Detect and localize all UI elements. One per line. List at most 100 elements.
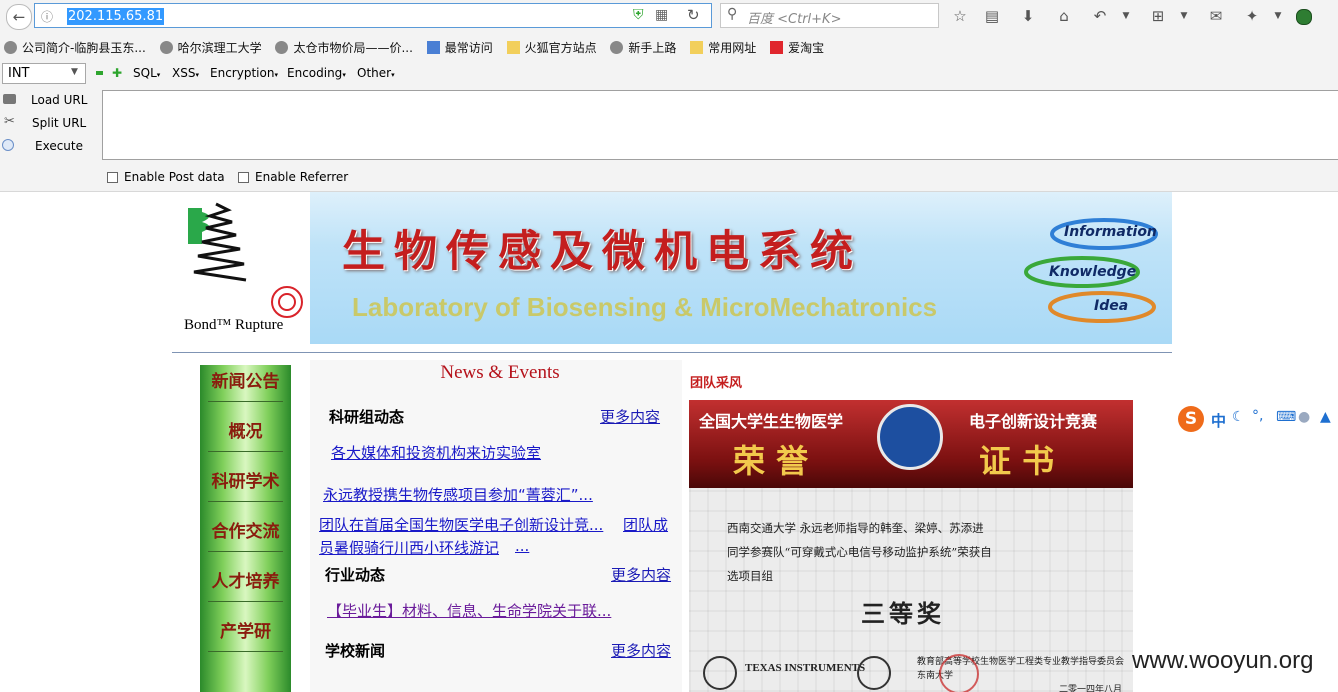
checkbox-box[interactable] [107,172,118,183]
news-link[interactable]: 各大媒体和投资机构来访实验室 [331,442,541,463]
folder-icon [506,40,520,54]
execute-label: Execute [35,139,83,153]
enable-referrer-checkbox[interactable]: Enable Referrer [238,170,348,184]
left-nav: 新闻公告 概况 科研学术 合作交流 人才培养 产学研 [200,365,291,692]
bookmark-label: 爱淘宝 [788,40,825,55]
bookmark-item[interactable]: 公司简介-临朐县玉东... [4,34,146,60]
addon-icon[interactable] [1296,9,1312,25]
url-bar[interactable]: ⓘ 202.115.65.81 ⛨ ▦ ↻ [34,3,712,28]
reload-icon[interactable]: ↻ [687,6,700,24]
download-icon[interactable]: ⬇ [1016,4,1040,28]
bookmark-label: 新手上路 [628,40,677,55]
cert-left-header: 全国大学生生物医学 [699,412,844,431]
bookmark-label: 太仓市物价局——价... [293,40,413,55]
chevron-down-icon[interactable]: ▼ [1114,4,1138,28]
bookmark-label: 哈尔滨理工大学 [177,40,262,55]
red-seal-icon [939,654,979,692]
bookmark-item[interactable]: 新手上路 [610,34,676,60]
watermark: www.wooyun.org [1132,647,1314,674]
user-icon[interactable]: ● [1298,409,1310,425]
banner-title-en: Laboratory of Biosensing & MicroMechatro… [352,292,938,322]
ime-toolbar[interactable]: S 中 ☾ °, ⌨ ● ▲ [1178,404,1338,434]
bookmark-label: 最常访问 [444,40,493,55]
nav-item-research[interactable]: 科研学术 [200,467,291,517]
split-url-button[interactable]: ✂ Split URL [0,113,100,133]
nav-item-cooperation[interactable]: 合作交流 [200,517,291,567]
news-link[interactable]: 团队在首届全国生物医学电子创新设计竞... [319,514,603,535]
nav-item-overview[interactable]: 概况 [200,417,291,467]
minus-icon[interactable] [96,71,103,75]
home-icon[interactable]: ⌂ [1052,4,1076,28]
search-bar[interactable]: ⚲ 百度 <Ctrl+K> [720,3,939,28]
bookmark-star-icon[interactable]: ☆ [948,4,972,28]
shield-icon[interactable]: ⛨ [633,7,644,23]
news-link[interactable]: 团队成 [623,514,668,535]
undo-icon[interactable]: ↶ [1088,4,1112,28]
info-icon[interactable]: ⓘ [41,8,53,25]
news-link[interactable]: 员暑假骑行川西小环线游记 [319,537,499,558]
nav-divider [208,651,283,652]
chevron-down-icon: ▼ [71,67,78,77]
menu-xss[interactable]: XSS▾ [172,66,199,80]
nav-item-talent[interactable]: 人才培养 [200,567,291,617]
hackbar-type-select[interactable]: INT ▼ [2,63,86,84]
certificate-body: 西南交通大学 永远老师指导的韩奎、梁婷、苏添进 同学参赛队“可穿戴式心电信号移动… [689,488,1133,692]
crop-icon[interactable]: ⊞ [1146,4,1170,28]
news-link[interactable]: 【毕业生】材料、信息、生命学院关于联... [327,600,611,621]
certificate-image[interactable]: 全国大学生生物医学 电子创新设计竞赛 荣 誉 证 书 西南交通大学 永远老师指导… [689,400,1133,692]
keyboard-icon[interactable]: ⌨ [1276,409,1296,425]
bookmark-item[interactable]: 爱淘宝 [770,34,824,60]
checkbox-box[interactable] [238,172,249,183]
menu-label: Encoding [287,66,343,80]
news-link[interactable]: 永远教授携生物传感项目参加“菁蓉汇”... [323,484,593,505]
more-link-research[interactable]: 更多内容 [600,406,660,427]
bookmark-item[interactable]: 太仓市物价局——价... [275,34,413,60]
lab-logo[interactable]: Bond™ Rupture [172,192,310,344]
execute-button[interactable]: Execute [0,136,100,156]
nav-divider [208,601,283,602]
back-button-icon[interactable]: ← [6,4,32,30]
qrcode-icon[interactable]: ▦ [655,7,668,23]
chat-icon[interactable]: ✉ [1204,4,1228,28]
menu-label: SQL [133,66,157,80]
banner-title-zh: 生物传感及微机电系统 [342,227,862,277]
load-url-button[interactable]: Load URL [0,90,100,110]
nav-divider [208,451,283,452]
cert-line: 西南交通大学 永远老师指导的韩奎、梁婷、苏添进 [727,521,984,535]
nav-item-industry[interactable]: 产学研 [200,617,291,667]
skin-icon[interactable]: ▲ [1320,409,1331,425]
menu-encoding[interactable]: Encoding▾ [287,66,346,80]
bookmark-item[interactable]: 哈尔滨理工大学 [159,34,262,60]
section-heading-school: 学校新闻 [325,642,386,660]
bookmark-item[interactable]: 最常访问 [426,34,493,60]
sogou-logo-icon[interactable]: S [1178,406,1204,432]
moon-icon[interactable]: ☾ [1232,409,1245,425]
chevron-down-icon[interactable]: ▼ [1172,4,1196,28]
menu-sql[interactable]: SQL▾ [133,66,160,80]
menu-other[interactable]: Other▾ [357,66,395,80]
hackbar-url-textarea[interactable] [102,90,1338,160]
nav-divider [208,551,283,552]
url-text[interactable]: 202.115.65.81 [67,8,165,25]
punctuation-icon[interactable]: °, [1252,408,1263,424]
site-banner: Bond™ Rupture 生物传感及微机电系统 Laboratory of B… [172,192,1172,344]
hackbar-panel: Load URL ✂ Split URL Execute Enable Post… [0,88,1338,192]
ime-mode-label[interactable]: 中 [1211,410,1226,431]
translate-icon[interactable]: ✦ [1240,4,1264,28]
news-link[interactable]: ... [515,537,529,555]
bookmark-item[interactable]: 火狐官方站点 [506,34,597,60]
bookmark-item[interactable]: 常用网址 [690,34,756,60]
chevron-down-icon[interactable]: ▼ [1266,4,1290,28]
enable-post-data-checkbox[interactable]: Enable Post data [107,170,225,184]
menu-encryption[interactable]: Encryption▾ [210,66,278,80]
more-link-industry[interactable]: 更多内容 [611,564,671,585]
nav-item-news[interactable]: 新闻公告 [200,367,291,417]
load-url-icon [3,94,16,104]
logo-text: Bond™ Rupture [184,317,284,333]
more-link-school[interactable]: 更多内容 [611,640,671,661]
reading-list-icon[interactable]: ▤ [980,4,1004,28]
search-placeholder[interactable]: 百度 <Ctrl+K> [747,8,841,27]
plus-icon[interactable]: ✚ [112,66,122,80]
certificate-header: 全国大学生生物医学 电子创新设计竞赛 荣 誉 证 书 [689,400,1133,488]
hackbar-menu-bar: INT ▼ ✚ SQL▾ XSS▾ Encryption▾ Encoding▾ … [0,60,1338,88]
